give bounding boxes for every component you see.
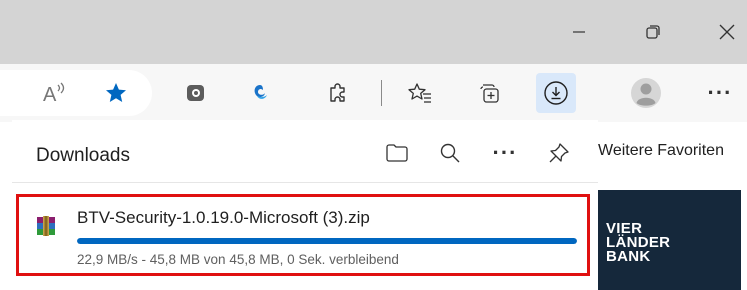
downloads-title: Downloads — [36, 145, 130, 166]
toolbar-separator — [381, 80, 382, 106]
bank-logo: VIER LÄNDER BANK — [606, 221, 670, 265]
collections-icon — [480, 84, 499, 103]
more-options-button[interactable]: ··· — [700, 73, 740, 113]
downloads-button[interactable] — [536, 73, 576, 113]
favorites-icon — [408, 83, 431, 103]
svg-text:A: A — [43, 84, 57, 105]
extension-button[interactable] — [176, 73, 216, 113]
profile-avatar-icon — [631, 78, 661, 108]
pin-downloads-button[interactable] — [542, 136, 576, 170]
minimize-icon — [573, 31, 585, 33]
edge-drop-icon — [254, 85, 267, 99]
favorite-button[interactable] — [96, 73, 136, 113]
other-favorites-link[interactable]: Weitere Favoriten — [598, 142, 724, 160]
download-progress-bar — [77, 238, 577, 244]
download-item[interactable]: BTV-Security-1.0.19.0-Microsoft (3).zip … — [16, 194, 590, 276]
more-icon: ··· — [492, 140, 518, 165]
open-downloads-folder-button[interactable] — [380, 136, 414, 170]
minimize-button[interactable] — [554, 0, 604, 64]
winrar-archive-icon — [37, 216, 55, 236]
restore-icon — [646, 25, 660, 39]
extension-icon — [187, 85, 204, 101]
favorites-button[interactable] — [400, 73, 440, 113]
favorites-bar: Weitere Favoriten — [598, 122, 747, 184]
downloads-icon — [544, 81, 568, 105]
edge-drop-button[interactable] — [240, 73, 280, 113]
collections-button[interactable] — [469, 73, 509, 113]
bank-logo-line: BANK — [606, 248, 651, 265]
pin-icon — [549, 143, 569, 163]
download-filename[interactable]: BTV-Security-1.0.19.0-Microsoft (3).zip — [77, 208, 370, 228]
read-aloud-button[interactable]: A — [36, 73, 76, 113]
download-status: 22,9 MB/s - 45,8 MB von 45,8 MB, 0 Sek. … — [77, 252, 399, 267]
downloads-more-button[interactable]: ··· — [488, 136, 522, 170]
browser-toolbar: A ··· — [0, 64, 747, 122]
more-options-icon: ··· — [707, 80, 733, 105]
restore-button[interactable] — [628, 0, 678, 64]
open-folder-icon — [386, 144, 408, 162]
bank-banner[interactable]: VIER LÄNDER BANK — [598, 190, 741, 290]
downloads-flyout: Downloads ··· BTV-Security-1.0.19.0-Micr… — [12, 120, 598, 290]
page-ad: VIER LÄNDER BANK — [598, 184, 747, 290]
extensions-puzzle-icon — [330, 83, 345, 102]
close-window-button[interactable] — [702, 0, 747, 64]
profile-button[interactable] — [626, 73, 666, 113]
read-aloud-icon: A — [43, 82, 65, 105]
extensions-button[interactable] — [318, 73, 358, 113]
flyout-divider — [12, 182, 598, 183]
favorite-star-icon — [106, 83, 126, 102]
search-downloads-button[interactable] — [433, 136, 467, 170]
download-progress-fill — [77, 238, 577, 244]
title-bar — [0, 0, 747, 64]
search-icon — [440, 143, 460, 163]
close-icon — [719, 24, 735, 40]
